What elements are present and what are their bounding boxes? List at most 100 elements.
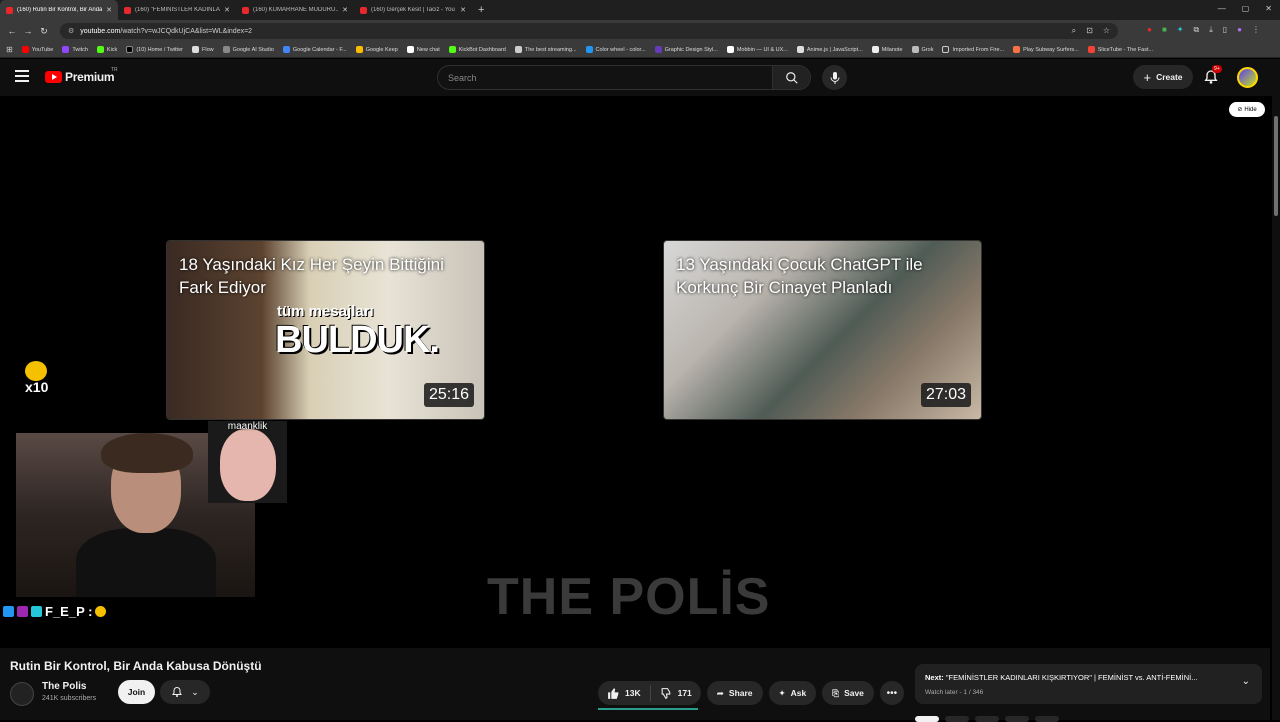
close-window-icon[interactable]: ✕ (1265, 4, 1272, 13)
chat-emote: x10 (25, 361, 48, 395)
youtube-logo-icon (45, 71, 62, 83)
chip[interactable] (1005, 716, 1029, 722)
twitch-icon (62, 46, 70, 53)
milanote-icon (871, 46, 879, 53)
zoom-icon[interactable]: ⌕ (1072, 26, 1076, 36)
bookmark-item[interactable]: The best streaming... (514, 46, 577, 53)
maximize-icon[interactable]: ▢ (1242, 4, 1250, 13)
more-actions-icon[interactable]: ••• (879, 681, 904, 705)
youtube-icon (21, 46, 29, 53)
dislike-button[interactable]: 171 (651, 687, 701, 700)
url-text: youtube.com/watch?v=wJCQdkUjCA&list=WL&i… (80, 27, 253, 35)
profile-icon[interactable]: ● (1237, 25, 1242, 35)
join-button[interactable]: Join (118, 680, 155, 704)
window-controls: — ▢ ✕ (1218, 4, 1272, 13)
bookmark-item[interactable]: Anime.js | JavaScript... (796, 46, 863, 53)
close-tab-icon[interactable]: ✕ (106, 6, 112, 14)
browser-tab[interactable]: (160) "FEMİNİSTLER KADINLAR... ✕ (118, 0, 236, 20)
star-icon[interactable]: ☆ (1103, 26, 1110, 36)
endscreen-video-title: 18 Yaşındaki Kız Her Şeyin Bittiğini Far… (179, 255, 444, 297)
browser-tab[interactable]: (160) Gerçek Kesit | Taciz - YouT... ✕ (354, 0, 472, 20)
close-tab-icon[interactable]: ✕ (460, 6, 466, 14)
voice-search-button[interactable] (822, 65, 847, 90)
youtube-premium-logo[interactable]: Premium TR (45, 67, 118, 84)
plus-icon: + (1143, 69, 1152, 85)
hamburger-menu-icon[interactable] (15, 70, 29, 82)
browser-tab[interactable]: (160) KUMARHANE MÜDÜRÜ... ✕ (236, 0, 354, 20)
folder-icon (191, 46, 199, 53)
minimize-icon[interactable]: — (1218, 4, 1226, 13)
subscription-notification-button[interactable]: ⌄ (160, 680, 210, 704)
bookmark-item[interactable]: Twitch (62, 46, 88, 53)
chip[interactable] (1035, 716, 1059, 722)
chevron-down-icon[interactable]: ⌄ (1242, 676, 1250, 687)
save-button[interactable]: ⎘ Save (822, 681, 874, 705)
forward-icon[interactable]: → (20, 26, 36, 36)
like-button[interactable]: 13K (598, 685, 651, 701)
bookmark-item[interactable]: (10) Home / Twitter (126, 46, 183, 53)
playlist-next-panel[interactable]: Next: "FEMİNİSTLER KADINLARI KIŞKIRTIYOR… (915, 664, 1262, 704)
hide-endscreen-button[interactable]: ⊘ Hide (1229, 102, 1265, 117)
chip[interactable] (975, 716, 999, 722)
extensions-area: ● ■ ✦ ⧉ ⤓ ▯ ● ⋮ (1147, 25, 1260, 35)
channel-name[interactable]: The Polis (42, 681, 86, 692)
bookmark-item[interactable]: Google AI Studio (222, 46, 274, 53)
ask-button[interactable]: ✦ Ask (768, 681, 817, 705)
close-tab-icon[interactable]: ✕ (224, 6, 230, 14)
url-bar[interactable]: ⚙ youtube.com/watch?v=wJCQdkUjCA&list=WL… (60, 23, 1118, 39)
bookmark-item[interactable]: Play Subway Surfers... (1013, 46, 1079, 53)
site-info-icon[interactable]: ⚙ (68, 27, 74, 35)
puzzle-icon[interactable]: ⧉ (1193, 25, 1199, 35)
chip[interactable] (945, 716, 969, 722)
bookmark-item[interactable]: New chat (406, 46, 440, 53)
close-tab-icon[interactable]: ✕ (342, 6, 348, 14)
bookmark-item[interactable]: Graphic Design Styl... (654, 46, 718, 53)
reload-icon[interactable]: ↻ (36, 26, 52, 37)
microphone-icon (830, 71, 839, 84)
search-button[interactable] (772, 66, 810, 89)
youtube-favicon-icon (360, 6, 367, 14)
bookmark-item[interactable]: Imported From Fire... (942, 46, 1004, 53)
download-icon[interactable]: ⤓ (1209, 25, 1213, 35)
thumbnail-caption: tüm mesajları (277, 303, 374, 320)
create-button[interactable]: + Create (1133, 65, 1193, 89)
chip[interactable] (915, 716, 939, 722)
extension-icon[interactable]: ● (1147, 25, 1152, 35)
bookmark-item[interactable]: Mobbin — UI & UX... (726, 46, 788, 53)
youtube-header: Premium TR + Create 9+ (0, 59, 1280, 96)
page-scrollbar[interactable] (1272, 96, 1280, 720)
bookmark-item[interactable]: Grok (911, 46, 933, 53)
browser-tab[interactable]: (160) Rutin Bir Kontrol, Bir Anda ✕ (0, 0, 118, 20)
apps-icon[interactable]: ⊞ (6, 45, 13, 54)
bookmark-item[interactable]: Color wheel - color... (585, 46, 646, 53)
notifications-button[interactable]: 9+ (1203, 65, 1222, 85)
extension-icon[interactable]: ✦ (1177, 25, 1184, 35)
browser-tab-bar: (160) Rutin Bir Kontrol, Bir Anda ✕ (160… (0, 0, 1280, 20)
bookmark-item[interactable]: Milanote (871, 46, 903, 53)
bookmark-item[interactable]: SliceTube - The Fast... (1087, 46, 1153, 53)
bookmark-icon: ⎘ (832, 687, 840, 698)
bookmark-item[interactable]: Flow (191, 46, 214, 53)
channel-avatar[interactable] (10, 682, 34, 706)
bookmark-item[interactable]: KickBot Dashboard (448, 46, 506, 53)
user-avatar[interactable] (1237, 67, 1258, 88)
bookmark-item[interactable]: Google Keep (355, 46, 398, 53)
endscreen-video-card[interactable]: tüm mesajları BULDUK. 18 Yaşındaki Kız H… (166, 240, 485, 420)
menu-dots-icon[interactable]: ⋮ (1252, 25, 1260, 35)
install-icon[interactable]: ⊡ (1086, 26, 1093, 36)
bookmark-item[interactable]: Kick (96, 46, 117, 53)
endscreen-video-card[interactable]: 13 Yaşındaki Çocuk ChatGPT ile Korkunç B… (663, 240, 982, 420)
sidebar-icon[interactable]: ▯ (1223, 25, 1227, 35)
share-button[interactable]: ➦ Share (706, 681, 763, 705)
search-input[interactable] (438, 66, 773, 89)
bookmark-item[interactable]: YouTube (21, 46, 53, 53)
extension-icon[interactable]: ■ (1162, 25, 1167, 35)
bookmark-item[interactable]: Google Calendar - F... (282, 46, 347, 53)
back-icon[interactable]: ← (4, 26, 20, 36)
new-tab-icon[interactable]: + (478, 4, 484, 16)
video-actions: 13K 171 ➦ Share ✦ Ask ⎘ Save ••• (598, 681, 904, 710)
chat-message: F_E_P : (3, 604, 107, 619)
ai-studio-icon (222, 46, 230, 53)
badge-icon (3, 606, 14, 617)
emote-icon (25, 361, 47, 381)
